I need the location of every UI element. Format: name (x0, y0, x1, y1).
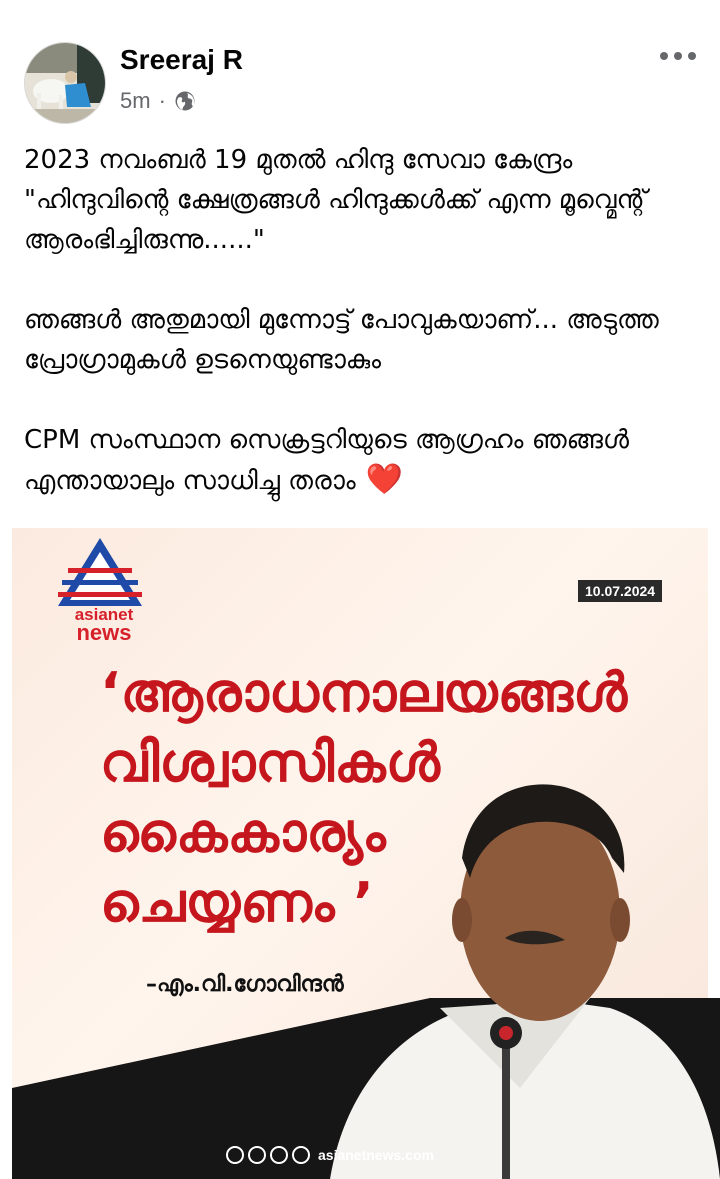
post-paragraph-3: CPM സംസ്ഥാന സെക്രട്ടറിയുടെ ആഗ്രഹം ഞങ്ങൾ … (24, 420, 700, 501)
heart-emoji: ❤️ (365, 462, 404, 497)
author-name[interactable]: Sreeraj R (120, 44, 243, 76)
quote-line-2: വിശ്വാസികൾ (100, 731, 440, 794)
image-footer: asianetnews.com (226, 1146, 434, 1164)
asianet-logo-text: asianet news (56, 606, 152, 645)
website-url: asianetnews.com (318, 1147, 434, 1163)
facebook-icon (226, 1146, 244, 1164)
quote-line-3: കൈകാര്യം (100, 801, 386, 864)
quote-attribution: –എം.വി.ഗോവിന്ദൻ (146, 972, 344, 997)
post-time[interactable]: 5m (120, 88, 151, 114)
post-paragraph-3-text: CPM സംസ്ഥാന സെക്രട്ടറിയുടെ ആഗ്രഹം ഞങ്ങൾ … (24, 425, 629, 496)
meta-separator: · (158, 88, 166, 113)
avatar-photo (25, 43, 105, 123)
post-paragraph-2: ഞങ്ങൾ അതുമായി മുന്നോട്ട് പോവുകയാണ്... അട… (24, 305, 659, 375)
quote-text: ‘ആരാധനാലയങ്ങൾ വിശ്വാസികൾ കൈകാര്യം ചെയ്യണ… (100, 658, 627, 938)
instagram-icon (248, 1146, 266, 1164)
more-options-icon[interactable] (658, 44, 698, 68)
quote-line-4: ചെയ്യണം ’ (100, 871, 374, 934)
x-icon (292, 1146, 310, 1164)
quote-line-1: ‘ആരാധനാലയങ്ങൾ (100, 661, 628, 724)
post-text: 2023 നവംബർ 19 മുതൽ ഹിന്ദു സേവാ കേന്ദ്രം … (24, 140, 700, 541)
author-avatar[interactable] (24, 42, 106, 124)
youtube-icon (270, 1146, 288, 1164)
post-meta: 5m · (120, 88, 196, 114)
date-badge: 10.07.2024 (578, 580, 663, 602)
logo-line-2: news (76, 620, 132, 645)
post-paragraph-1: 2023 നവംബർ 19 മുതൽ ഹിന്ദു സേവാ കേന്ദ്രം … (24, 145, 648, 255)
post-header: Sreeraj R 5m · (0, 0, 720, 130)
post-image[interactable]: asianet news 10.07.2024 ‘ആരാധനാലയങ്ങൾ വി… (0, 528, 720, 1179)
asianet-logo (58, 538, 142, 606)
globe-icon[interactable] (174, 90, 196, 112)
